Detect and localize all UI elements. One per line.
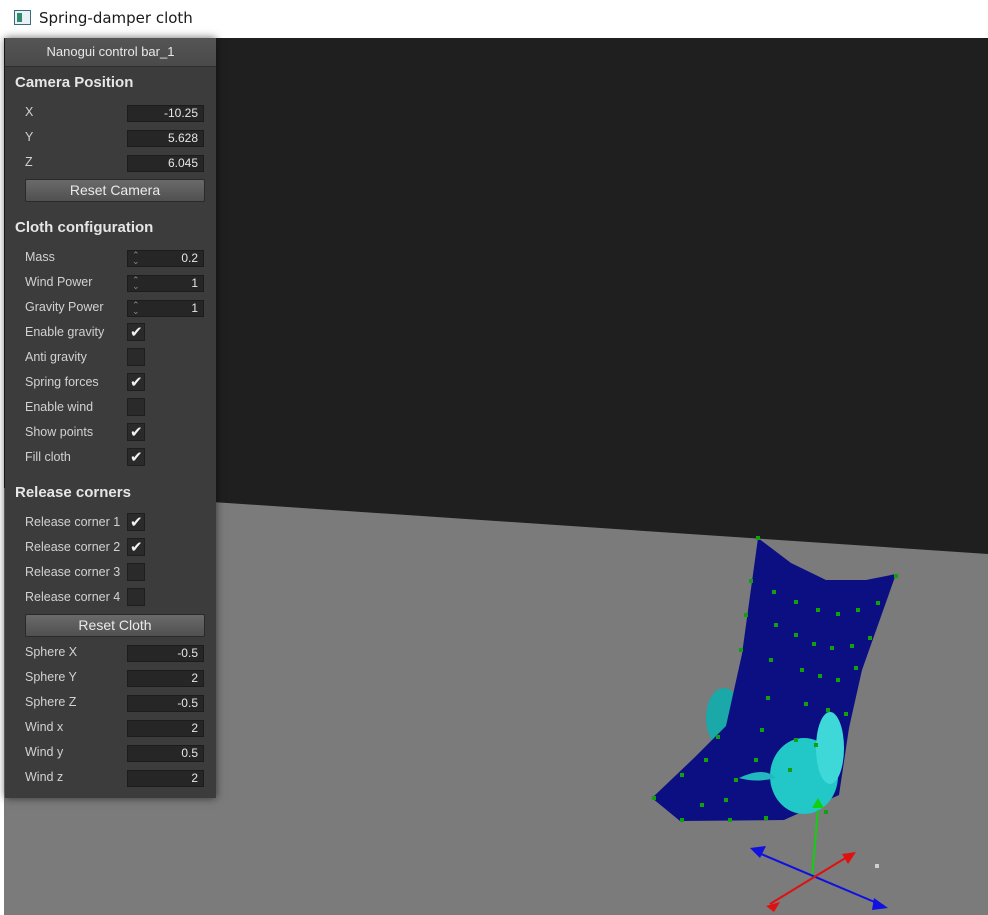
fill-cloth-checkbox[interactable]	[127, 448, 145, 466]
sphere-y-field[interactable]: 2	[127, 670, 204, 687]
anti-gravity-label: Anti gravity	[25, 350, 87, 364]
wind-y-label: Wind y	[25, 745, 64, 759]
mass-stepper[interactable]: ⌃ ⌄ 0.2	[127, 250, 204, 267]
camera-y-field[interactable]: 5.628	[127, 130, 204, 147]
camera-z-field[interactable]: 6.045	[127, 155, 204, 172]
stepper-arrows-icon[interactable]: ⌃ ⌄	[132, 301, 140, 316]
spring-forces-checkbox[interactable]	[127, 373, 145, 391]
app-icon	[14, 10, 31, 25]
release-corner-1-label: Release corner 1	[25, 515, 121, 529]
panel-title[interactable]: Nanogui control bar_1	[5, 38, 216, 67]
release-corners-heading: Release corners	[15, 484, 131, 501]
mass-label: Mass	[25, 250, 55, 264]
camera-x-label: X	[25, 105, 34, 119]
wind-power-label: Wind Power	[25, 275, 93, 289]
gravity-power-value: 1	[191, 301, 198, 315]
window-title: Spring-damper cloth	[39, 9, 193, 27]
gravity-power-label: Gravity Power	[25, 300, 104, 314]
light-marker	[875, 864, 879, 868]
enable-gravity-label: Enable gravity	[25, 325, 105, 339]
release-corner-3-checkbox[interactable]	[127, 563, 145, 581]
show-points-label: Show points	[25, 425, 94, 439]
enable-gravity-checkbox[interactable]	[127, 323, 145, 341]
mass-value: 0.2	[181, 251, 198, 265]
camera-x-field[interactable]: -10.25	[127, 105, 204, 122]
spring-forces-label: Spring forces	[25, 375, 99, 389]
release-corner-2-checkbox[interactable]	[127, 538, 145, 556]
sphere-x-field[interactable]: -0.5	[127, 645, 204, 662]
wind-power-value: 1	[191, 276, 198, 290]
release-corner-1-checkbox[interactable]	[127, 513, 145, 531]
cloth-configuration-heading: Cloth configuration	[15, 219, 154, 236]
reset-cloth-button[interactable]: Reset Cloth	[25, 614, 205, 637]
wind-power-stepper[interactable]: ⌃ ⌄ 1	[127, 275, 204, 292]
enable-wind-checkbox[interactable]	[127, 398, 145, 416]
wind-z-label: Wind z	[25, 770, 64, 784]
gravity-power-stepper[interactable]: ⌃ ⌄ 1	[127, 300, 204, 317]
stepper-arrows-icon[interactable]: ⌃ ⌄	[132, 251, 140, 266]
wind-z-field[interactable]: 2	[127, 770, 204, 787]
collision-sphere-lobe	[816, 712, 844, 784]
show-points-checkbox[interactable]	[127, 423, 145, 441]
camera-z-label: Z	[25, 155, 33, 169]
fill-cloth-label: Fill cloth	[25, 450, 71, 464]
release-corner-4-label: Release corner 4	[25, 590, 121, 604]
wind-x-field[interactable]: 2	[127, 720, 204, 737]
release-corner-2-label: Release corner 2	[25, 540, 121, 554]
release-corner-4-checkbox[interactable]	[127, 588, 145, 606]
enable-wind-label: Enable wind	[25, 400, 94, 414]
camera-position-heading: Camera Position	[15, 74, 134, 91]
control-panel[interactable]: Nanogui control bar_1 Camera Position X …	[5, 38, 216, 798]
wind-x-label: Wind x	[25, 720, 64, 734]
release-corner-3-label: Release corner 3	[25, 565, 121, 579]
sphere-z-field[interactable]: -0.5	[127, 695, 204, 712]
window-titlebar: Spring-damper cloth	[0, 0, 988, 38]
stepper-arrows-icon[interactable]: ⌃ ⌄	[132, 276, 140, 291]
sphere-x-label: Sphere X	[25, 645, 78, 659]
sphere-z-label: Sphere Z	[25, 695, 77, 709]
anti-gravity-checkbox[interactable]	[127, 348, 145, 366]
wind-y-field[interactable]: 0.5	[127, 745, 204, 762]
sphere-y-label: Sphere Y	[25, 670, 77, 684]
camera-y-label: Y	[25, 130, 34, 144]
reset-camera-button[interactable]: Reset Camera	[25, 179, 205, 202]
